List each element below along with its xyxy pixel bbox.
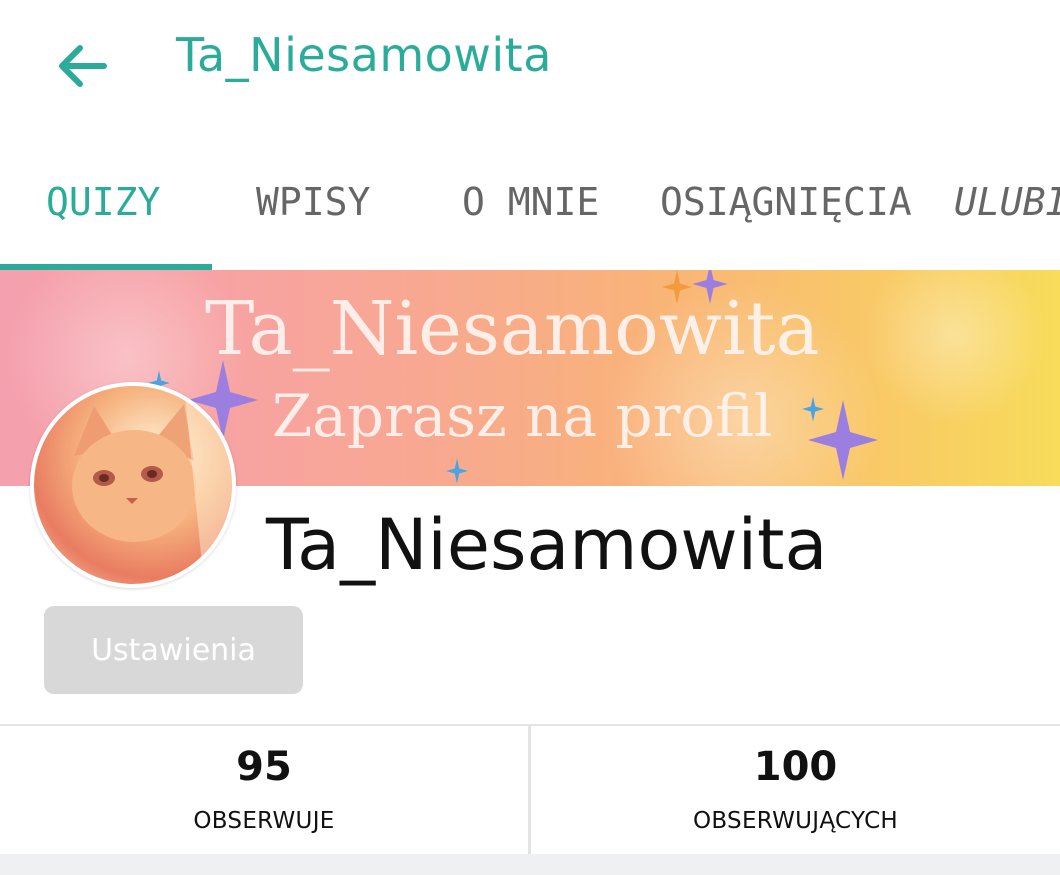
following-label: OBSERWUJE [193, 808, 335, 834]
page-title: Ta_Niesamowita [176, 28, 552, 82]
following-stat[interactable]: 95 OBSERWUJE [0, 726, 528, 854]
profile-name: Ta_Niesamowita [266, 504, 828, 586]
avatar[interactable] [30, 382, 236, 588]
tab-quizy[interactable]: QUIZY [46, 180, 160, 224]
followers-stat[interactable]: 100 OBSERWUJĄCYCH [531, 726, 1060, 854]
profile-tabs: QUIZY WPISY O MNIE OSIĄGNIĘCIA ULUBI [0, 130, 1060, 270]
following-count: 95 [236, 744, 292, 790]
tab-o-mnie[interactable]: O MNIE [462, 180, 599, 224]
section-separator [0, 854, 1060, 875]
tab-osiagniecia[interactable]: OSIĄGNIĘCIA [660, 180, 912, 224]
arrow-left-icon [59, 45, 107, 87]
sparkle-icon [662, 270, 692, 304]
tab-wpisy[interactable]: WPISY [256, 180, 370, 224]
cat-avatar-image [72, 386, 232, 584]
sparkle-icon [692, 270, 728, 304]
followers-label: OBSERWUJĄCYCH [692, 808, 899, 834]
banner-subtitle: Zaprasz na profil [272, 382, 773, 450]
followers-count: 100 [753, 744, 838, 790]
tab-ulubione[interactable]: ULUBI [954, 180, 1060, 224]
back-button[interactable] [52, 36, 112, 96]
settings-button[interactable]: Ustawienia [44, 606, 303, 694]
sparkle-icon [446, 458, 468, 484]
sparkle-icon [802, 396, 824, 422]
app-header: Ta_Niesamowita [0, 0, 1060, 130]
